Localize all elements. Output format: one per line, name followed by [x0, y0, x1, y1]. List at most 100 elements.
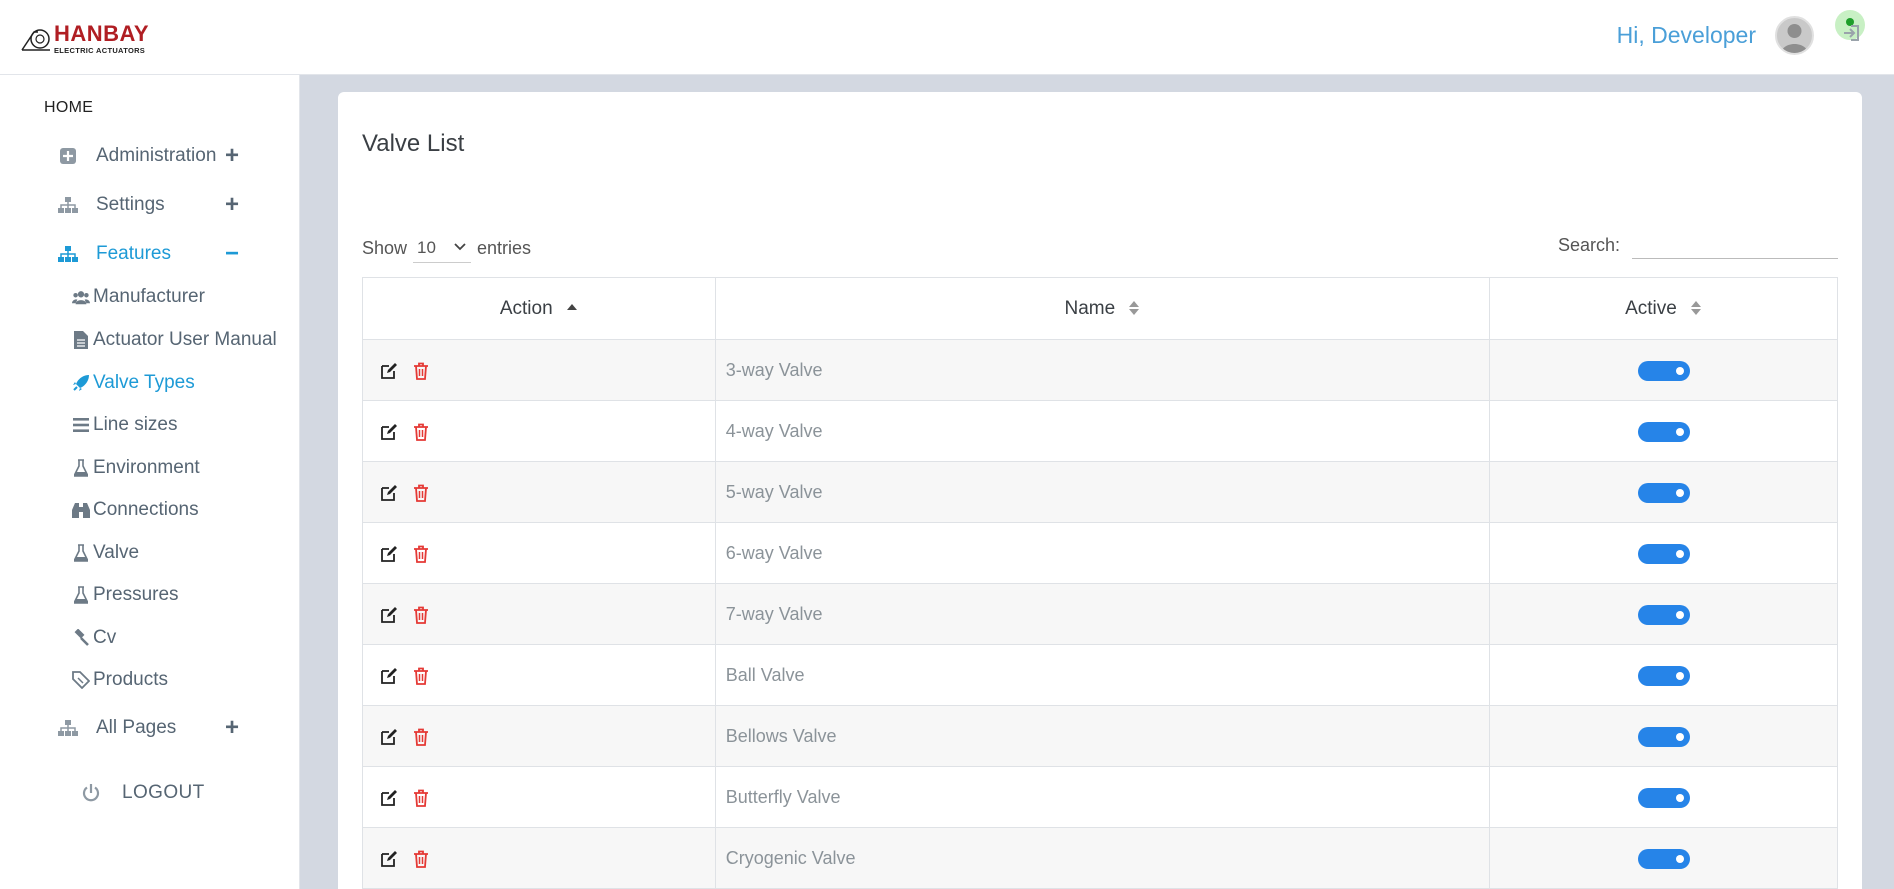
delete-icon[interactable] [411, 849, 431, 869]
active-toggle-switch[interactable] [1637, 482, 1690, 503]
entries-length-control: Show 10 entries [362, 233, 531, 263]
action-cell [362, 644, 716, 706]
delete-icon[interactable] [411, 605, 431, 625]
table-row: 6-way Valve [362, 522, 1838, 584]
active-cell [1489, 400, 1838, 462]
sidebar-subitem-label: Actuator User Manual [93, 329, 277, 350]
sidebar-subitem-label: Manufacturer [93, 286, 205, 307]
valve-list-card: Valve List Show 10 entries Search: Actio… [338, 92, 1862, 889]
valve-name-cell: 6-way Valve [714, 522, 1491, 584]
sitemap-icon [58, 195, 78, 215]
table-row: 3-way Valve [362, 339, 1838, 401]
action-cell [362, 583, 716, 645]
chevron-down-icon [454, 243, 466, 251]
table-search: Search: [1558, 231, 1838, 259]
user-silhouette-icon [1781, 24, 1808, 53]
action-cell [362, 705, 716, 767]
sidebar-subitem-line-sizes[interactable]: Line sizes [72, 411, 178, 439]
sort-both-icon [1691, 301, 1702, 316]
sidebar-subitem-manufacturer[interactable]: Manufacturer [72, 283, 205, 311]
active-cell [1489, 705, 1838, 767]
valve-name-cell: Butterfly Valve [714, 766, 1491, 828]
active-toggle-switch[interactable] [1637, 848, 1690, 869]
active-toggle-switch[interactable] [1637, 543, 1690, 564]
entries-per-page-select[interactable]: 10 [413, 233, 472, 263]
active-toggle-switch[interactable] [1637, 787, 1690, 808]
column-header-name[interactable]: Name [714, 277, 1491, 340]
edit-icon[interactable] [379, 544, 399, 564]
sidebar-item-label: Administration [96, 145, 217, 166]
active-cell [1489, 522, 1838, 584]
logout-button[interactable]: LOGOUT [80, 778, 205, 808]
sign-out-icon[interactable] [1842, 22, 1864, 44]
delete-icon[interactable] [411, 422, 431, 442]
delete-icon[interactable] [411, 483, 431, 503]
delete-icon[interactable] [411, 361, 431, 381]
edit-icon[interactable] [379, 422, 399, 442]
sidebar-subitem-label: Environment [93, 457, 200, 478]
sidebar-subitem-connections[interactable]: Connections [72, 496, 199, 524]
sidebar-subitem-label: Valve Types [93, 372, 195, 393]
table-row: 7-way Valve [362, 583, 1838, 645]
action-cell [362, 400, 716, 462]
flask-icon [72, 586, 90, 604]
valve-table-body: 3-way Valve 4-way Valve 5-way Valve 6-way V… [362, 339, 1838, 889]
active-cell [1489, 827, 1838, 889]
sidebar-subitem-products[interactable]: Products [72, 666, 168, 694]
entries-per-page-value: 10 [417, 237, 436, 257]
settings-expand-toggle[interactable]: + [222, 191, 242, 218]
valve-name-cell: 5-way Valve [714, 461, 1491, 523]
sidebar-subitem-environment[interactable]: Environment [72, 454, 200, 482]
sidebar-item-label: All Pages [96, 717, 177, 738]
edit-icon[interactable] [379, 361, 399, 381]
delete-icon[interactable] [411, 544, 431, 564]
table-row: Butterfly Valve [362, 766, 1838, 828]
administration-expand-toggle[interactable]: + [222, 142, 242, 169]
column-header-action[interactable]: Action [362, 277, 716, 340]
active-toggle-switch[interactable] [1637, 665, 1690, 686]
valve-name-cell: Bellows Valve [714, 705, 1491, 767]
edit-icon[interactable] [379, 788, 399, 808]
logo-mark-icon [21, 29, 50, 51]
hanbay-logo[interactable]: HANBAY ELECTRIC ACTUATORS [20, 22, 150, 56]
active-cell [1489, 583, 1838, 645]
delete-icon[interactable] [411, 666, 431, 686]
plus-square-icon [58, 146, 78, 166]
valve-name-cell: 4-way Valve [714, 400, 1491, 462]
sidebar-subitem-valve[interactable]: Valve [72, 539, 139, 567]
sidebar-subitem-valve-types[interactable]: Valve Types [72, 369, 195, 397]
active-toggle-switch[interactable] [1637, 604, 1690, 625]
column-header-active[interactable]: Active [1489, 277, 1838, 340]
gavel-icon [72, 629, 90, 647]
search-input[interactable] [1632, 231, 1838, 259]
users-icon [72, 288, 90, 306]
user-avatar[interactable] [1775, 16, 1814, 55]
power-icon [80, 782, 102, 804]
active-cell [1489, 644, 1838, 706]
sidebar-subitem-pressures[interactable]: Pressures [72, 581, 179, 609]
active-cell [1489, 461, 1838, 523]
active-toggle-switch[interactable] [1637, 726, 1690, 747]
active-cell [1489, 766, 1838, 828]
sidebar-home-link[interactable]: HOME [44, 99, 93, 117]
edit-icon[interactable] [379, 666, 399, 686]
table-header-row: Action Name Active [362, 277, 1838, 340]
delete-icon[interactable] [411, 788, 431, 808]
edit-icon[interactable] [379, 727, 399, 747]
edit-icon[interactable] [379, 605, 399, 625]
sidebar-subitem-actuator-user-manual[interactable]: Actuator User Manual [72, 326, 277, 354]
active-toggle-switch[interactable] [1637, 421, 1690, 442]
edit-icon[interactable] [379, 483, 399, 503]
valve-name-cell: Ball Valve [714, 644, 1491, 706]
table-row: 4-way Valve [362, 400, 1838, 462]
sort-ascending-icon [566, 304, 577, 311]
show-label: Show [362, 237, 408, 258]
active-toggle-switch[interactable] [1637, 360, 1690, 381]
action-cell [362, 827, 716, 889]
edit-icon[interactable] [379, 849, 399, 869]
sidebar-subitem-cv[interactable]: Cv [72, 624, 116, 652]
entries-label: entries [477, 237, 532, 258]
delete-icon[interactable] [411, 727, 431, 747]
all-pages-expand-toggle[interactable]: + [222, 714, 242, 741]
features-collapse-toggle[interactable]: − [222, 240, 242, 267]
